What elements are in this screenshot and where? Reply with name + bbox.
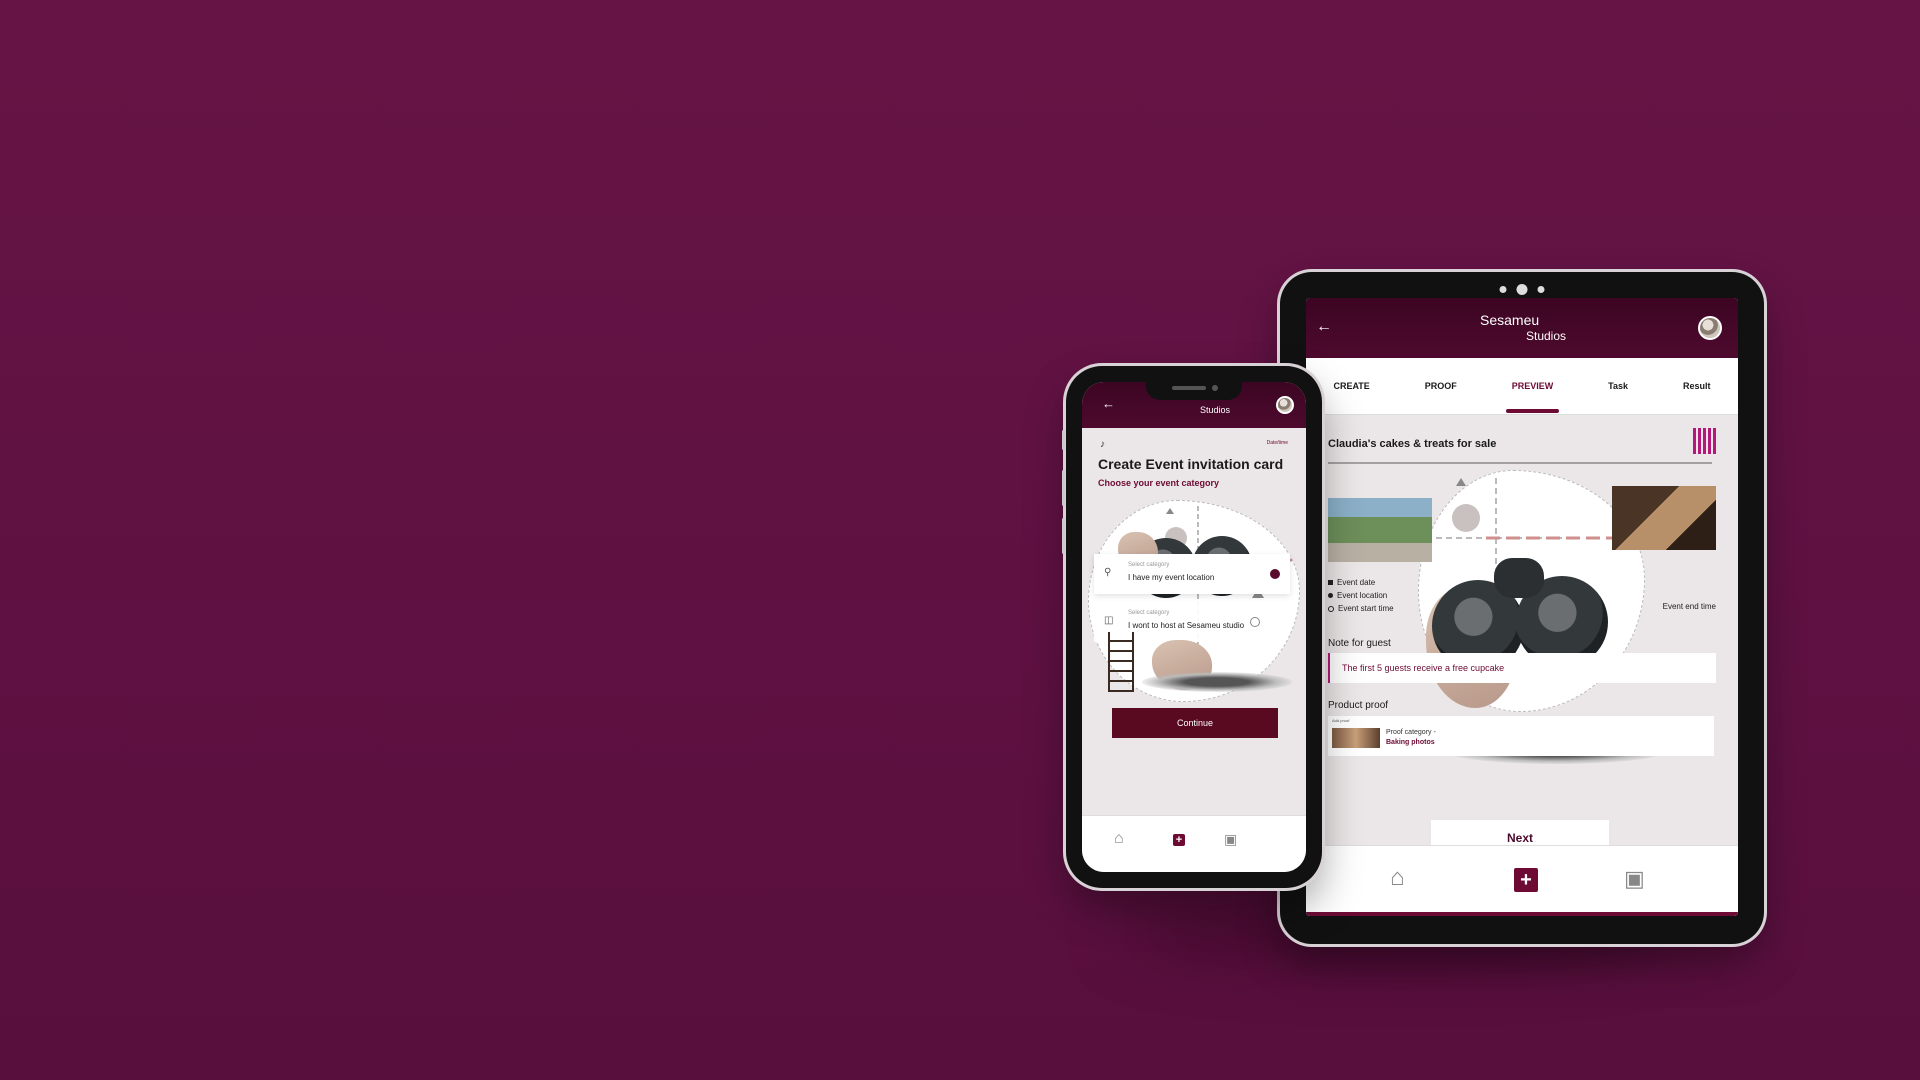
ladder-illustration bbox=[1108, 632, 1134, 692]
home-icon[interactable]: ⌂ bbox=[1114, 830, 1124, 848]
gallery-icon[interactable]: ▣ bbox=[1624, 866, 1645, 892]
option-label: I have my event location bbox=[1128, 573, 1215, 582]
bell-icon[interactable]: ♪ bbox=[1100, 439, 1105, 450]
phone-bottom-nav: ⌂ + ▣ bbox=[1082, 815, 1306, 872]
brand-subname: Studios bbox=[1200, 405, 1231, 415]
proof-label: Product proof bbox=[1328, 700, 1389, 711]
plus-icon[interactable]: + bbox=[1514, 868, 1538, 892]
date-time-label: Date/time bbox=[1266, 440, 1288, 446]
event-photo-street bbox=[1328, 498, 1432, 562]
tablet-camera bbox=[1499, 284, 1545, 295]
page-subtitle: Choose your event category bbox=[1098, 478, 1220, 488]
brand-subname: Studios bbox=[1526, 329, 1567, 343]
phone-side-button bbox=[1062, 518, 1065, 554]
tablet-header: ← Sesameu Studios bbox=[1306, 298, 1738, 358]
tab-bar: CREATE PROOF PREVIEW Task Result bbox=[1306, 358, 1738, 415]
proof-category-value: Baking photos bbox=[1386, 739, 1435, 746]
note-label: Note for guest bbox=[1328, 638, 1391, 649]
proof-category: Proof category - Baking photos bbox=[1386, 729, 1436, 746]
proof-small-label: Add proof bbox=[1332, 718, 1350, 723]
location-pin-icon bbox=[1328, 593, 1333, 599]
calendar-icon bbox=[1328, 580, 1333, 586]
barcode-icon bbox=[1693, 428, 1716, 454]
event-location-row: Event location bbox=[1328, 589, 1394, 602]
shadow-hole bbox=[1142, 672, 1292, 692]
tablet-bottom-nav: ⌂ + ▣ bbox=[1306, 845, 1738, 916]
tab-proof[interactable]: PROOF bbox=[1425, 373, 1457, 399]
tablet-device: ← Sesameu Studios CREATE PROOF PREVIEW T… bbox=[1280, 272, 1764, 944]
event-start-row: Event start time bbox=[1328, 602, 1394, 615]
option-hint: Select category bbox=[1128, 562, 1170, 568]
gallery-icon[interactable]: ▣ bbox=[1224, 831, 1237, 848]
clock-icon bbox=[1328, 605, 1334, 612]
avatar[interactable] bbox=[1698, 316, 1722, 340]
event-meta-list: Event date Event location Event start ti… bbox=[1328, 576, 1394, 615]
event-photo-baker bbox=[1612, 486, 1716, 550]
option-radio[interactable] bbox=[1250, 617, 1260, 627]
home-icon[interactable]: ⌂ bbox=[1390, 864, 1405, 892]
back-arrow-icon[interactable]: ← bbox=[1102, 396, 1115, 411]
tab-task[interactable]: Task bbox=[1608, 373, 1628, 399]
tab-create[interactable]: CREATE bbox=[1333, 373, 1369, 399]
avatar[interactable] bbox=[1276, 396, 1294, 414]
phone-side-button bbox=[1062, 430, 1065, 450]
event-date-row: Event date bbox=[1328, 576, 1394, 589]
option-radio[interactable] bbox=[1270, 569, 1280, 579]
tablet-screen: ← Sesameu Studios CREATE PROOF PREVIEW T… bbox=[1306, 298, 1738, 916]
page-title: Create Event invitation card bbox=[1098, 456, 1284, 472]
location-pin-icon: ⚲ bbox=[1104, 567, 1112, 578]
category-option-own-location[interactable]: ⚲ Select category I have my event locati… bbox=[1094, 554, 1290, 594]
divider bbox=[1328, 462, 1712, 464]
plus-icon[interactable]: + bbox=[1173, 834, 1185, 846]
proof-card[interactable]: Add proof Proof category - Baking photos bbox=[1328, 716, 1714, 756]
phone-notch bbox=[1146, 380, 1242, 400]
brand-name: Sesameu bbox=[1480, 312, 1540, 328]
event-end-time: Event end time bbox=[1662, 602, 1716, 611]
tab-result[interactable]: Result bbox=[1683, 373, 1711, 399]
phone-device: ← Sesameu Studios ♪ Date/time Create Eve… bbox=[1062, 366, 1322, 888]
card-title: Claudia's cakes & treats for sale bbox=[1328, 438, 1497, 450]
tab-preview[interactable]: PREVIEW bbox=[1505, 373, 1559, 413]
bag-icon: ◫ bbox=[1104, 615, 1114, 626]
continue-button[interactable]: Continue bbox=[1112, 708, 1278, 738]
note-field[interactable]: The first 5 guests receive a free cupcak… bbox=[1328, 653, 1716, 683]
phone-screen: ← Sesameu Studios ♪ Date/time Create Eve… bbox=[1082, 382, 1306, 872]
option-label: I wont to host at Sesameu studio bbox=[1128, 621, 1245, 630]
back-arrow-icon[interactable]: ← bbox=[1316, 318, 1332, 336]
option-hint: Select category bbox=[1128, 610, 1170, 616]
phone-side-button bbox=[1062, 470, 1065, 506]
proof-thumbnail bbox=[1332, 728, 1380, 748]
note-text: The first 5 guests receive a free cupcak… bbox=[1342, 663, 1505, 673]
